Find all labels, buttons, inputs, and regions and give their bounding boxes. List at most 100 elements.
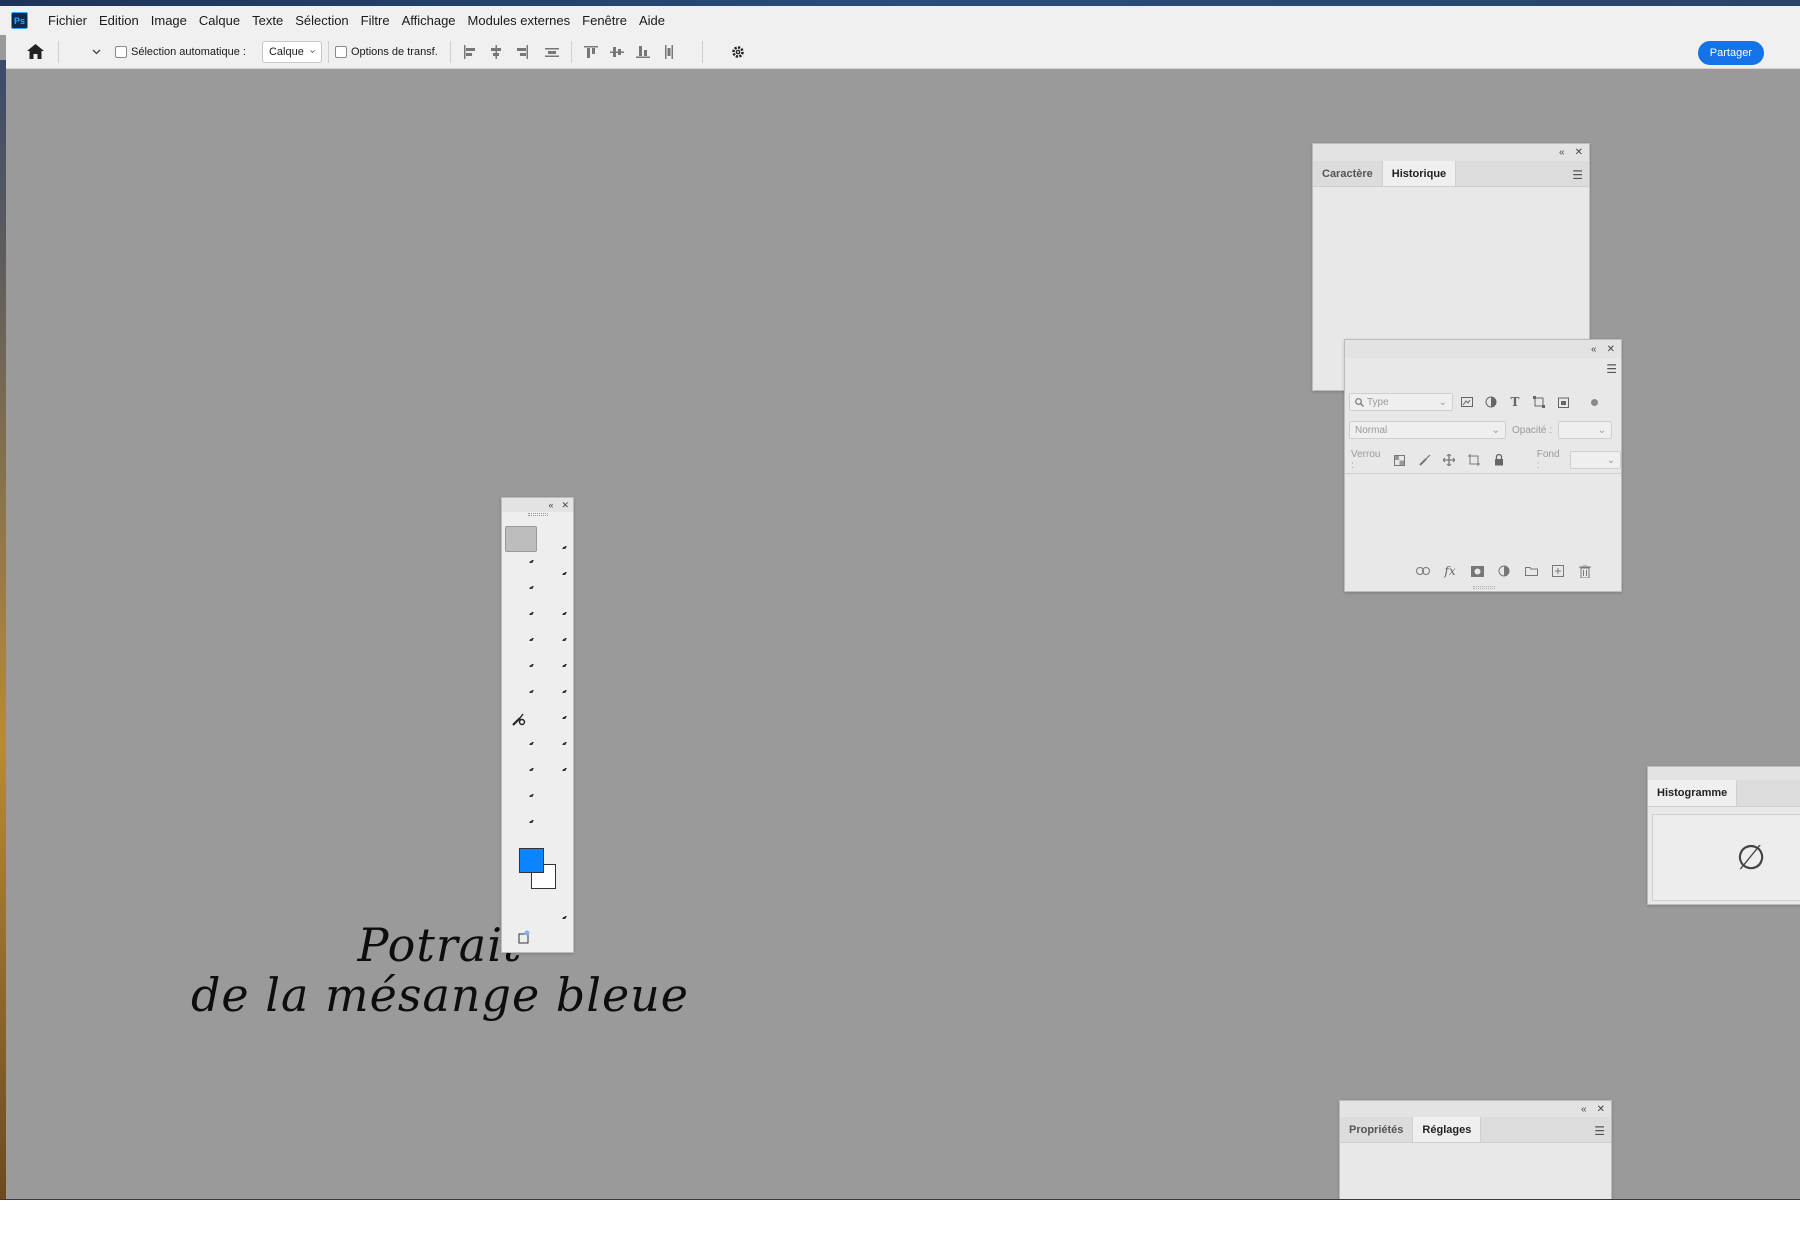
tool-slot-marker[interactable]: [562, 690, 567, 693]
tool-slot-marker[interactable]: [529, 560, 534, 563]
layers-list[interactable]: [1345, 474, 1621, 558]
layer-filter-dropdown[interactable]: Type ⌄: [1349, 393, 1453, 411]
tool-slot-marker[interactable]: [562, 742, 567, 745]
lock-all-icon[interactable]: [1490, 450, 1509, 470]
close-icon[interactable]: ✕: [561, 500, 569, 511]
tool-slot-marker[interactable]: [529, 612, 534, 615]
align-top-edges-icon[interactable]: [578, 39, 604, 65]
filter-shape-icon[interactable]: [1529, 392, 1549, 412]
menu-selection[interactable]: Sélection: [289, 6, 354, 35]
auto-select-target-dropdown[interactable]: Calque: [261, 40, 322, 63]
tool-slot-marker[interactable]: [529, 794, 534, 797]
lock-transparent-pixels-icon[interactable]: [1390, 450, 1409, 470]
tool-slot-marker[interactable]: [529, 638, 534, 641]
checkbox-icon[interactable]: [115, 45, 127, 58]
lock-artboard-icon[interactable]: [1465, 450, 1484, 470]
menu-image[interactable]: Image: [145, 6, 193, 35]
distribute-vertical-icon[interactable]: [539, 39, 565, 65]
fill-field[interactable]: ⌄: [1569, 451, 1622, 469]
opacity-field[interactable]: ⌄: [1558, 421, 1613, 439]
new-layer-icon[interactable]: [1548, 561, 1568, 581]
add-mask-icon[interactable]: [1467, 561, 1487, 581]
new-group-folder-icon[interactable]: [1521, 561, 1541, 581]
menu-filtre[interactable]: Filtre: [355, 6, 396, 35]
tab-reglages[interactable]: Réglages: [1412, 1117, 1482, 1142]
align-bottom-edges-icon[interactable]: [630, 39, 656, 65]
tool-slot-marker[interactable]: [529, 690, 534, 693]
trash-icon[interactable]: [1575, 561, 1595, 581]
layer-filter-row: Type ⌄ T: [1349, 392, 1598, 412]
panel-menu-icon[interactable]: ☰: [1594, 1124, 1605, 1138]
tool-slot-marker[interactable]: [562, 916, 567, 919]
history-list[interactable]: [1313, 190, 1589, 360]
auto-select-checkbox[interactable]: Sélection automatique :: [115, 45, 246, 58]
tool-slot-marker[interactable]: [562, 768, 567, 771]
tab-caractere[interactable]: Caractère: [1313, 161, 1382, 186]
panel-menu-icon[interactable]: ☰: [1606, 362, 1617, 376]
collapse-icon[interactable]: «: [1581, 1104, 1587, 1115]
tool-slot-marker[interactable]: [562, 716, 567, 719]
panel-grip[interactable]: [1473, 586, 1495, 589]
checkbox-icon[interactable]: [334, 45, 347, 58]
tab-histogramme[interactable]: Histogramme: [1648, 780, 1738, 806]
align-vertical-centers-icon[interactable]: [604, 39, 630, 65]
tool-slot-marker[interactable]: [562, 612, 567, 615]
tool-slot-marker[interactable]: [529, 768, 534, 771]
filter-smart-object-icon[interactable]: [1553, 392, 1573, 412]
distribute-horizontal-icon[interactable]: [656, 39, 682, 65]
filter-toggle-icon[interactable]: [1591, 398, 1598, 406]
align-horizontal-centers-icon[interactable]: [483, 39, 509, 65]
tab-historique[interactable]: Historique: [1381, 161, 1457, 186]
quick-mask-icon[interactable]: [518, 930, 532, 944]
menu-modules-externes[interactable]: Modules externes: [462, 6, 577, 35]
collapse-icon[interactable]: «: [1591, 344, 1597, 355]
move-tool-button[interactable]: [505, 526, 537, 552]
tool-slot-marker[interactable]: [562, 546, 567, 549]
foreground-color-swatch[interactable]: [519, 848, 544, 873]
layer-style-fx-icon[interactable]: fx: [1440, 561, 1460, 581]
tool-slot-marker[interactable]: [562, 638, 567, 641]
tool-preset-chevron-down-icon[interactable]: [65, 49, 101, 55]
brush-tool-icon[interactable]: [511, 711, 527, 727]
tool-slot-marker[interactable]: [529, 586, 534, 589]
histogram-display: ∅: [1652, 814, 1800, 901]
menu-texte[interactable]: Texte: [246, 6, 289, 35]
collapse-icon[interactable]: «: [548, 500, 553, 510]
tool-slot-marker[interactable]: [529, 820, 534, 823]
filter-adjustment-icon[interactable]: [1481, 392, 1501, 412]
new-adjustment-layer-icon[interactable]: [1494, 561, 1514, 581]
menu-calque[interactable]: Calque: [193, 6, 246, 35]
close-icon[interactable]: ✕: [1607, 344, 1615, 355]
tool-slot-marker[interactable]: [562, 572, 567, 575]
menu-edition[interactable]: Edition: [93, 6, 145, 35]
tools-panel: « ✕: [501, 497, 574, 953]
menu-aide[interactable]: Aide: [633, 6, 671, 35]
menu-fichier[interactable]: Fichier: [42, 6, 93, 35]
tool-slot-marker[interactable]: [529, 664, 534, 667]
collapse-icon[interactable]: «: [1559, 147, 1565, 158]
blend-mode-dropdown[interactable]: Normal ⌄: [1349, 421, 1506, 439]
filter-pixel-icon[interactable]: [1457, 392, 1477, 412]
align-right-edges-icon[interactable]: [509, 39, 535, 65]
tab-proprietes[interactable]: Propriétés: [1340, 1117, 1412, 1142]
transform-options-checkbox[interactable]: Options de transf.: [334, 45, 438, 58]
panel-grip[interactable]: [528, 513, 548, 516]
canvas-title-line1: Potrait: [357, 918, 523, 972]
close-icon[interactable]: ✕: [1575, 147, 1583, 158]
filter-type-icon[interactable]: T: [1505, 392, 1525, 412]
tool-slot-marker[interactable]: [529, 742, 534, 745]
opacity-label: Opacité :: [1512, 424, 1553, 436]
lock-position-icon[interactable]: [1440, 450, 1459, 470]
panel-menu-icon[interactable]: ☰: [1572, 168, 1583, 182]
canvas-text-layer[interactable]: Potrait de la mésange bleue: [190, 920, 690, 1020]
align-left-edges-icon[interactable]: [457, 39, 483, 65]
home-icon[interactable]: [20, 39, 50, 65]
lock-image-pixels-icon[interactable]: [1415, 450, 1434, 470]
close-icon[interactable]: ✕: [1597, 1104, 1605, 1115]
tool-slot-marker[interactable]: [562, 664, 567, 667]
share-button[interactable]: Partager: [1697, 41, 1764, 65]
gear-icon[interactable]: [725, 39, 751, 65]
menu-affichage[interactable]: Affichage: [396, 6, 462, 35]
menu-fenetre[interactable]: Fenêtre: [576, 6, 633, 35]
link-layers-icon[interactable]: [1413, 561, 1433, 581]
